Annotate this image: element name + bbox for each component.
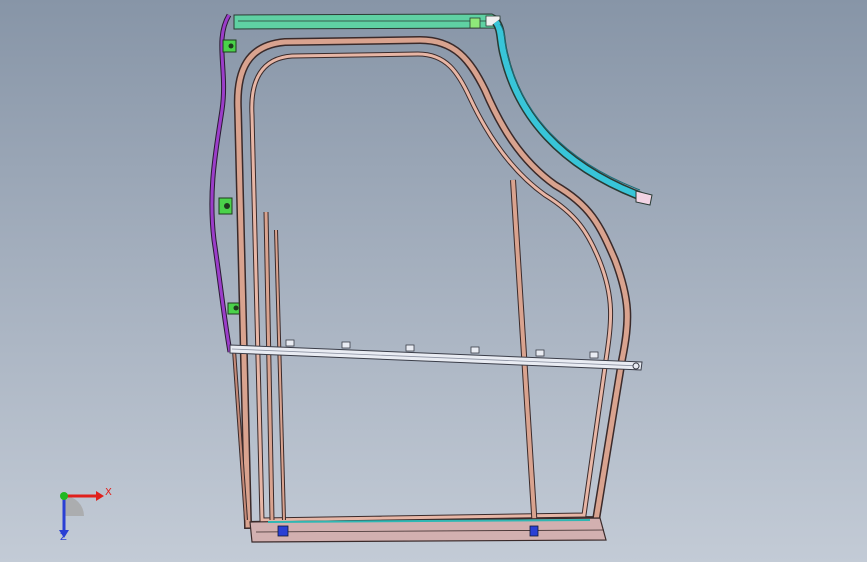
belt-line-beam[interactable]: [229, 339, 643, 371]
top-rail[interactable]: [233, 13, 501, 30]
z-axis-label: Z: [60, 532, 67, 543]
door-frame-model[interactable]: [0, 0, 867, 562]
glass-run-channel[interactable]: [492, 19, 653, 206]
cad-viewport[interactable]: X Z: [0, 0, 867, 562]
door-frame-inner[interactable]: [249, 51, 614, 523]
coordinate-triad: X Z: [44, 480, 114, 545]
door-frame-outer[interactable]: [233, 35, 632, 530]
seal-strip[interactable]: [209, 13, 233, 353]
x-axis-label: X: [105, 487, 112, 498]
mounting-bracket-top[interactable]: [222, 39, 237, 53]
bottom-sill[interactable]: [249, 517, 607, 543]
guide-rod[interactable]: [510, 179, 538, 531]
mounting-bracket-middle[interactable]: [218, 197, 233, 215]
triad-graphic: [59, 491, 104, 538]
